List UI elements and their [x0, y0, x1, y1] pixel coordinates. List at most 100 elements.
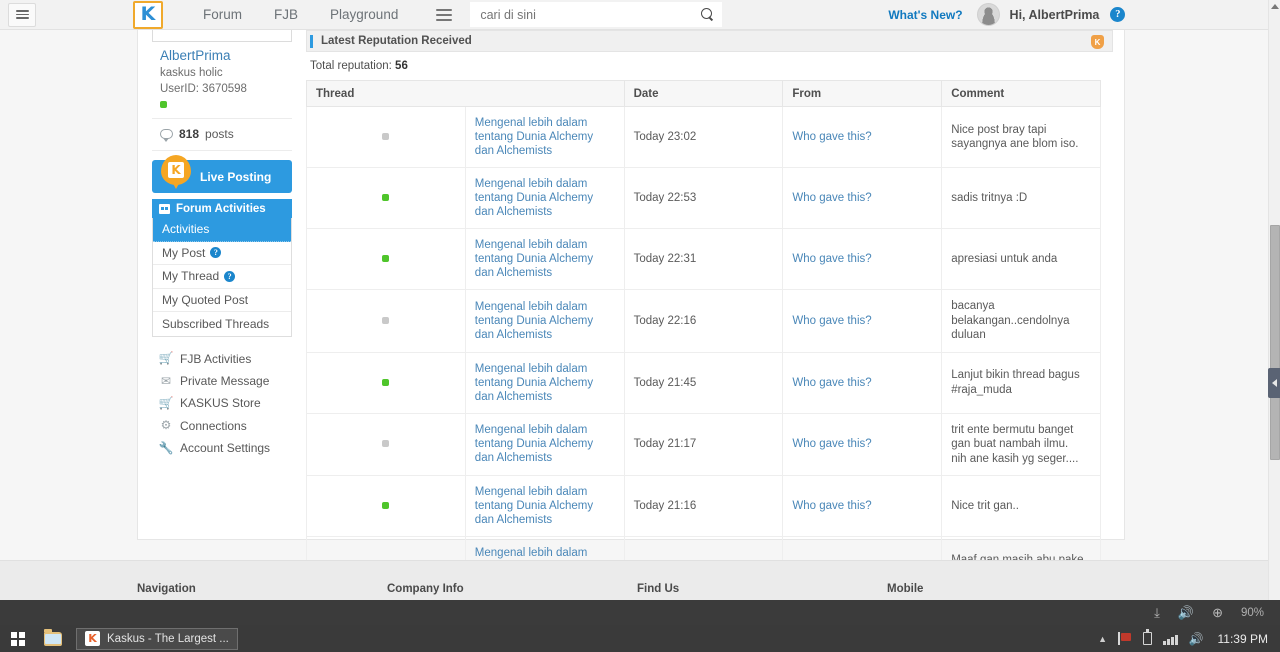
sidebar-toggle-button[interactable]: [8, 2, 36, 27]
category-menu-icon[interactable]: [436, 6, 453, 24]
side-panel-toggle[interactable]: [1268, 368, 1280, 398]
who-gave-this-link[interactable]: Who gave this?: [792, 315, 871, 327]
user-greeting[interactable]: Hi, AlbertPrima: [1010, 8, 1100, 22]
kaskus-logo-button[interactable]: K: [133, 0, 163, 29]
from-cell: Who gave this?: [782, 351, 943, 414]
show-hidden-icons-arrow[interactable]: ▲: [1098, 634, 1107, 644]
nav-link-forum[interactable]: Forum: [187, 7, 258, 22]
table-row: Mengenal lebih dalam tentang Dunia Alche…: [306, 351, 1101, 414]
date-cell: Today 22:31: [623, 228, 784, 290]
column-header-thread[interactable]: Thread: [306, 80, 625, 107]
panel-header: Latest Reputation Received K: [306, 30, 1113, 52]
windows-taskbar: K Kaskus - The Largest ... ▲ 🔊 11:39 PM: [0, 625, 1280, 652]
footer-heading: Company Info: [387, 583, 464, 595]
envelope-icon: ✉: [160, 373, 172, 388]
who-gave-this-link[interactable]: Who gave this?: [792, 192, 871, 204]
forum-activities-menu: Forum Activities Activities My Post ? My…: [152, 199, 292, 337]
taskbar-window-kaskus[interactable]: K Kaskus - The Largest ...: [76, 627, 238, 650]
thread-cell: Mengenal lebih dalam tentang Dunia Alche…: [464, 351, 625, 414]
nav-link-fjb[interactable]: FJB: [258, 7, 314, 22]
download-icon[interactable]: ⤓: [1154, 606, 1160, 619]
who-gave-this-link[interactable]: Who gave this?: [792, 131, 871, 143]
sidebar-item-label: My Quoted Post: [162, 292, 249, 307]
scrollbar-thumb[interactable]: [1270, 225, 1280, 460]
table-row: Mengenal lebih dalam tentang Dunia Alche…: [306, 228, 1101, 290]
kaskus-k-icon: K: [140, 3, 156, 25]
search-input[interactable]: [480, 7, 691, 22]
security-flag-icon[interactable]: [1118, 632, 1132, 645]
who-gave-this-link[interactable]: Who gave this?: [792, 377, 871, 389]
profile-user-title: kaskus holic: [160, 67, 223, 79]
column-header-from[interactable]: From: [782, 80, 943, 107]
cart-icon: 🛒: [158, 351, 174, 366]
sidebar-item-label: Connections: [180, 418, 247, 433]
search-icon[interactable]: [701, 8, 714, 21]
post-count-row: 818 posts: [152, 119, 292, 151]
thread-link[interactable]: Mengenal lebih dalam tentang Dunia Alche…: [475, 423, 615, 465]
sidebar-item-my-thread[interactable]: My Thread ?: [153, 265, 291, 289]
thread-cell: Mengenal lebih dalam tentang Dunia Alche…: [464, 228, 625, 290]
page-scrollbar[interactable]: [1268, 0, 1280, 625]
sidebar-item-label: Private Message: [180, 374, 270, 389]
total-reputation-value: 56: [395, 60, 408, 72]
thread-link[interactable]: Mengenal lebih dalam tentang Dunia Alche…: [475, 300, 615, 342]
reputation-dot-gray-icon: [382, 316, 390, 324]
who-gave-this-link[interactable]: Who gave this?: [792, 438, 871, 450]
help-icon[interactable]: ?: [224, 270, 236, 282]
hamburger-icon: [15, 8, 29, 21]
from-cell: Who gave this?: [782, 167, 943, 229]
from-cell: Who gave this?: [782, 475, 943, 537]
sidebar-item-fjb-activities[interactable]: 🛒 FJB Activities: [152, 348, 292, 370]
date-cell: Today 23:02: [623, 106, 784, 168]
thread-link[interactable]: Mengenal lebih dalam tentang Dunia Alche…: [475, 238, 615, 280]
file-explorer-icon[interactable]: [44, 628, 62, 646]
sound-icon[interactable]: 🔊: [1178, 606, 1194, 619]
thread-link[interactable]: Mengenal lebih dalam tentang Dunia Alche…: [475, 485, 615, 527]
sidebar-item-label: Account Settings: [180, 441, 271, 456]
volume-icon[interactable]: 🔊: [1189, 632, 1204, 646]
user-avatar[interactable]: [976, 3, 1000, 26]
battery-icon[interactable]: [1143, 629, 1153, 645]
from-cell: Who gave this?: [782, 228, 943, 290]
live-posting-button[interactable]: K Live Posting: [152, 155, 292, 193]
thread-link[interactable]: Mengenal lebih dalam tentang Dunia Alche…: [475, 116, 615, 158]
column-header-date[interactable]: Date: [623, 80, 784, 107]
zoom-icon[interactable]: ⊕: [1212, 606, 1223, 619]
profile-avatar-box: [152, 30, 292, 42]
reputation-dot-green-icon: [382, 255, 390, 262]
who-gave-this-link[interactable]: Who gave this?: [792, 500, 871, 512]
sidebar-item-private-message[interactable]: ✉ Private Message: [152, 370, 292, 392]
scroll-up-arrow-icon[interactable]: [1271, 4, 1279, 9]
sidebar-item-connections[interactable]: ⚙ Connections: [152, 415, 292, 437]
help-icon[interactable]: ?: [210, 247, 222, 259]
cart-icon: 🛒: [158, 395, 174, 410]
from-cell: Who gave this?: [782, 289, 943, 353]
whats-new-link[interactable]: What's New?: [888, 8, 962, 22]
zoom-level-label[interactable]: 90%: [1241, 607, 1264, 619]
thread-link[interactable]: Mengenal lebih dalam tentang Dunia Alche…: [475, 362, 615, 404]
sidebar-item-my-post[interactable]: My Post ?: [153, 242, 291, 265]
help-icon[interactable]: ?: [1110, 7, 1126, 22]
footer-heading: Mobile: [887, 583, 924, 595]
sidebar-item-account-settings[interactable]: 🔧 Account Settings: [152, 437, 292, 459]
thread-link[interactable]: Mengenal lebih dalam tentang Dunia Alche…: [475, 177, 615, 219]
sidebar-item-subscribed-threads[interactable]: Subscribed Threads: [153, 312, 291, 336]
sidebar-item-kaskus-store[interactable]: 🛒 KASKUS Store: [152, 392, 292, 414]
forum-activities-header[interactable]: Forum Activities: [152, 199, 292, 218]
system-tray: ▲ 🔊 11:39 PM: [1098, 629, 1280, 646]
sidebar-item-activities[interactable]: Activities: [153, 218, 291, 242]
browser-status-bar: ⤓ 🔊 ⊕ 90%: [0, 600, 1280, 625]
comment-cell: sadis tritnya :D: [941, 167, 1101, 229]
who-gave-this-link[interactable]: Who gave this?: [792, 253, 871, 265]
nav-link-playground[interactable]: Playground: [314, 7, 414, 22]
search-box[interactable]: [470, 2, 723, 27]
network-signal-icon[interactable]: [1163, 633, 1178, 645]
comment-cell: trit ente bermutu banget gan buat nambah…: [941, 412, 1101, 476]
thread-cell: Mengenal lebih dalam tentang Dunia Alche…: [464, 412, 625, 476]
column-header-comment[interactable]: Comment: [941, 80, 1101, 107]
taskbar-clock[interactable]: 11:39 PM: [1218, 632, 1268, 646]
sidebar-item-my-quoted-post[interactable]: My Quoted Post: [153, 289, 291, 312]
reputation-dot-cell: [306, 351, 466, 414]
start-button[interactable]: [0, 631, 36, 646]
profile-username[interactable]: AlbertPrima: [160, 48, 292, 63]
